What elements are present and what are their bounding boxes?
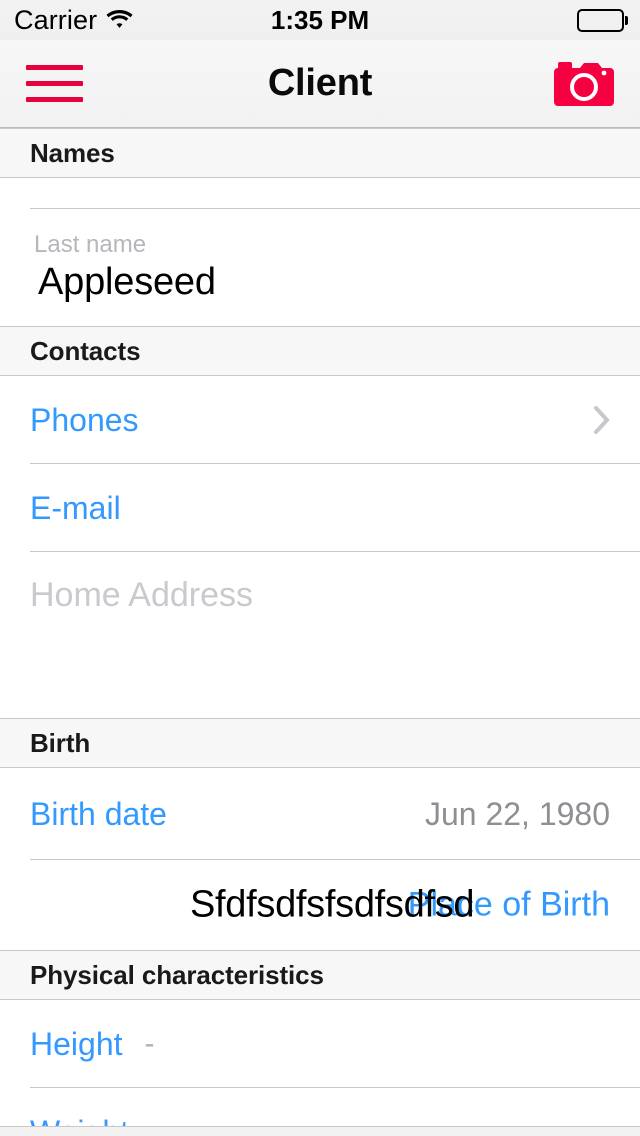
- clock-label: 1:35 PM: [270, 4, 370, 35]
- row-height-label: Height: [30, 1025, 123, 1062]
- place-of-birth-value: Sfdfsdfsfsdfsdfsd: [190, 883, 475, 926]
- row-email[interactable]: E-mail: [0, 464, 640, 552]
- row-height[interactable]: Height -: [0, 1000, 640, 1088]
- status-bar-right: [576, 8, 628, 32]
- section-header-birth: Birth: [0, 718, 640, 768]
- row-email-label: E-mail: [30, 489, 121, 526]
- row-phones-label: Phones: [30, 401, 139, 438]
- app-screen: Carrier 1:35 PM Client Names Last name A…: [0, 0, 640, 1136]
- home-address-field[interactable]: Home Address: [0, 552, 640, 718]
- chevron-right-icon: [593, 405, 610, 435]
- group-birth: Birth date Jun 22, 1980 Sfdfsdfsfsdfsdfs…: [0, 768, 640, 950]
- row-birth-date-value: Jun 22, 1980: [424, 795, 610, 832]
- section-header-contacts: Contacts: [0, 326, 640, 376]
- row-phones[interactable]: Phones: [0, 376, 640, 464]
- bottom-edge-band: [0, 1126, 640, 1136]
- last-name-label: Last name: [34, 230, 147, 258]
- last-name-value: Appleseed: [38, 260, 216, 303]
- battery-full-icon: [576, 8, 628, 32]
- group-contacts: Phones E-mail Home Address: [0, 376, 640, 718]
- group-physical-characteristics: Height - Weight -: [0, 1000, 640, 1136]
- row-height-value: -: [144, 1027, 155, 1060]
- group-names: Last name Appleseed: [0, 208, 640, 326]
- row-place-of-birth[interactable]: Sfdfsdfsfsdfsdfsd Place of Birth: [0, 860, 640, 950]
- last-name-field[interactable]: Last name Appleseed: [0, 208, 640, 326]
- row-birth-date[interactable]: Birth date Jun 22, 1980: [0, 768, 640, 860]
- section-header-physical-characteristics: Physical characteristics: [0, 950, 640, 1000]
- section-header-names: Names: [0, 128, 640, 178]
- camera-icon[interactable]: [550, 58, 614, 110]
- home-address-placeholder: Home Address: [30, 576, 253, 614]
- status-bar: Carrier 1:35 PM: [0, 0, 640, 40]
- navigation-bar: Client: [0, 40, 640, 128]
- row-birth-date-label: Birth date: [30, 795, 167, 832]
- page-title: Client: [267, 62, 373, 104]
